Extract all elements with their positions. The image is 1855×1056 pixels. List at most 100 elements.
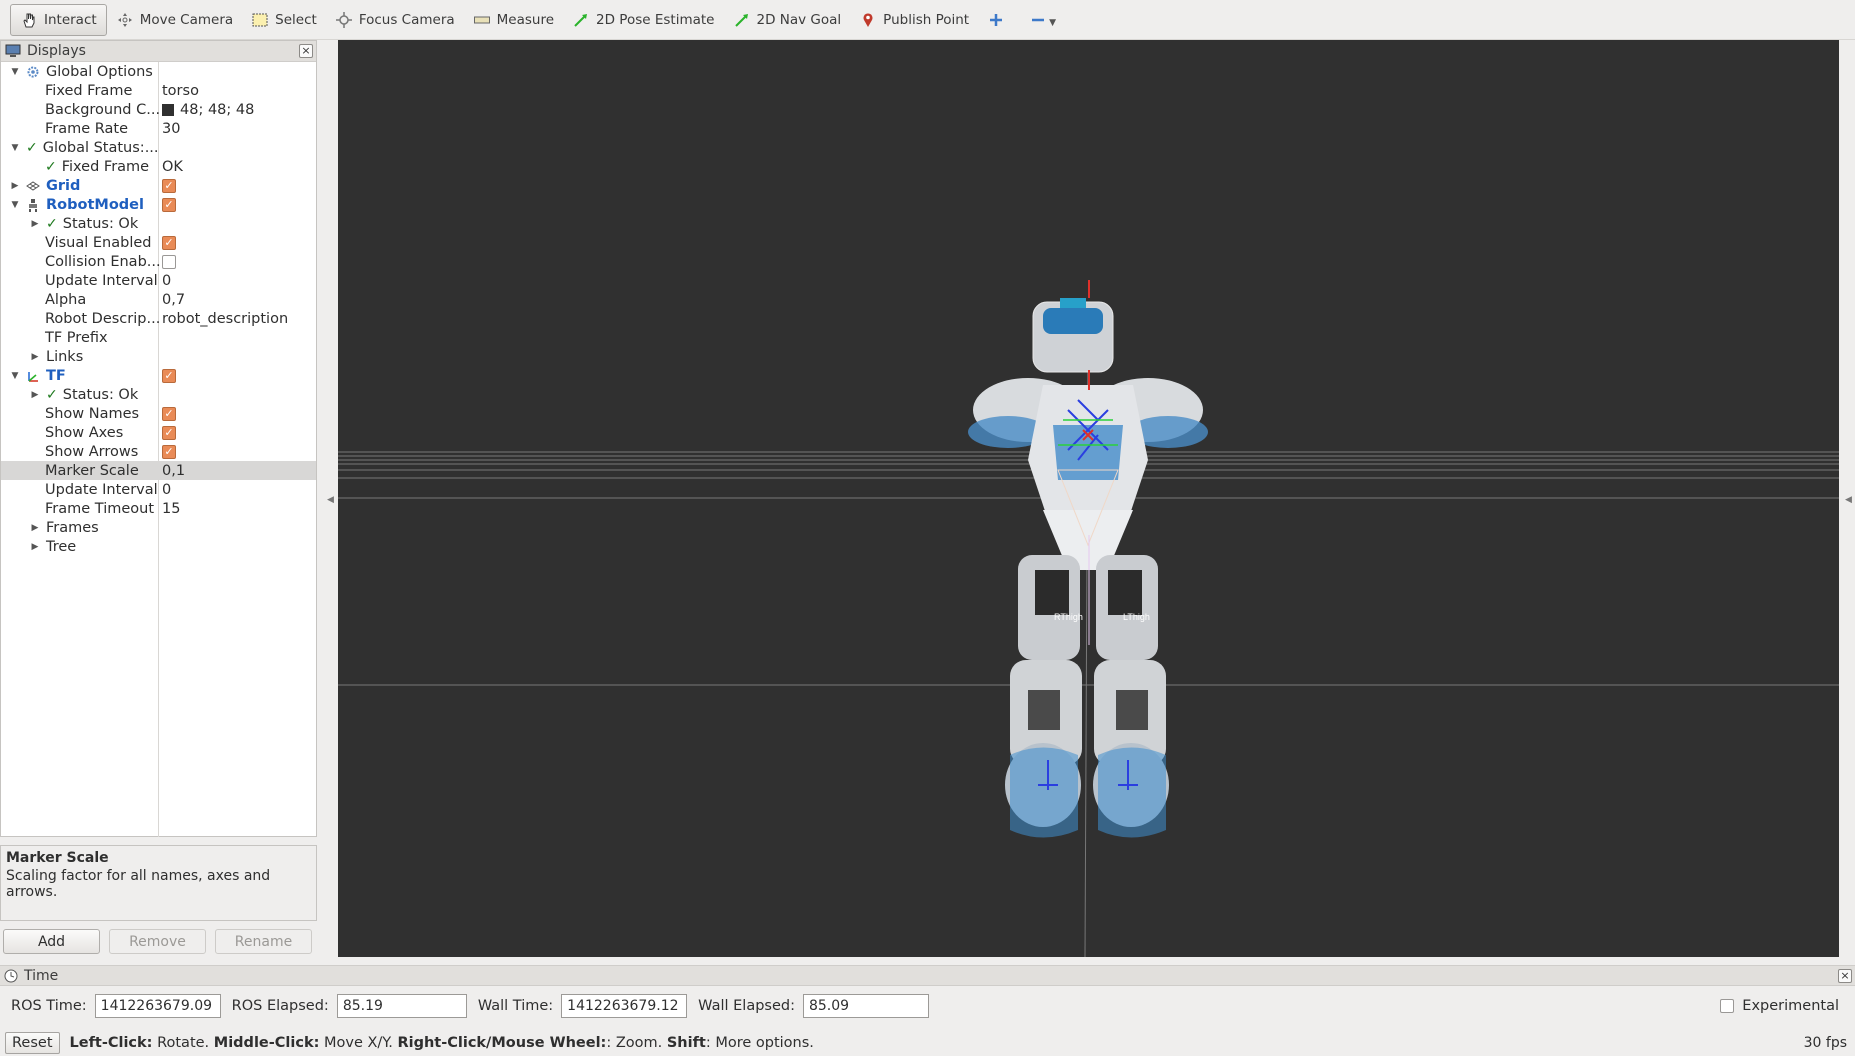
- tree-row-tree[interactable]: ▶ Tree: [1, 537, 316, 556]
- add-button[interactable]: Add: [3, 929, 100, 954]
- scene-canvas[interactable]: RThigh LThigh: [338, 40, 1839, 957]
- tree-row-show-axes[interactable]: Show Axes ✓: [1, 423, 316, 442]
- displays-panel-title: Displays: [27, 43, 86, 59]
- nav-goal-tool-button[interactable]: 2D Nav Goal: [724, 4, 851, 36]
- pose-estimate-label: 2D Pose Estimate: [596, 11, 715, 28]
- tree-row-alpha[interactable]: Alpha 0,7: [1, 290, 316, 309]
- collision-enabled-checkbox[interactable]: [162, 254, 176, 269]
- displays-panel-header: Displays ×: [1, 41, 316, 62]
- time-panel-title: Time: [24, 967, 59, 984]
- render-view-3d[interactable]: RThigh LThigh: [338, 40, 1839, 957]
- collapse-arrow-icon[interactable]: ▶: [30, 542, 40, 552]
- collapse-arrow-icon[interactable]: ▶: [30, 523, 40, 533]
- tree-row-grid[interactable]: ▶ Grid ✓: [1, 176, 316, 195]
- tree-row-marker-scale[interactable]: Marker Scale 0,1: [1, 461, 316, 480]
- tree-label: Tree: [46, 538, 77, 555]
- grid-enabled-checkbox[interactable]: ✓: [162, 178, 176, 193]
- wall-time-label: Wall Time:: [477, 998, 554, 1014]
- visual-enabled-checkbox[interactable]: ✓: [162, 235, 176, 250]
- tree-row-frame-rate[interactable]: Frame Rate 30: [1, 119, 316, 138]
- tree-row-visual-enabled[interactable]: Visual Enabled ✓: [1, 233, 316, 252]
- collapse-arrow-icon[interactable]: ▶: [30, 352, 40, 362]
- tree-row-tf-status[interactable]: ▶ ✓ Status: Ok: [1, 385, 316, 404]
- tree-row-robot-model[interactable]: ▼ RobotModel ✓: [1, 195, 316, 214]
- reset-button[interactable]: Reset: [5, 1031, 60, 1054]
- ros-elapsed-label: ROS Elapsed:: [231, 998, 329, 1014]
- show-arrows-checkbox[interactable]: ✓: [162, 444, 176, 459]
- focus-camera-tool-button[interactable]: Focus Camera: [326, 4, 464, 36]
- tree-label: Grid: [46, 177, 81, 194]
- background-color-value[interactable]: 48; 48; 48: [180, 102, 254, 118]
- tree-row-fixed-frame[interactable]: Fixed Frame torso: [1, 81, 316, 100]
- close-icon[interactable]: ×: [1838, 969, 1852, 983]
- select-tool-button[interactable]: Select: [242, 4, 326, 36]
- tree-row-frame-timeout[interactable]: Frame Timeout 15: [1, 499, 316, 518]
- tree-row-global-options[interactable]: ▼ Global Options: [1, 62, 316, 81]
- ros-elapsed-field[interactable]: [336, 994, 467, 1018]
- collapse-arrow-icon[interactable]: ▶: [30, 219, 40, 229]
- tree-row-tf-update-interval[interactable]: Update Interval 0: [1, 480, 316, 499]
- minus-icon: [1029, 11, 1047, 29]
- move-camera-tool-button[interactable]: Move Camera: [107, 4, 242, 36]
- wall-time-field[interactable]: [561, 994, 688, 1018]
- expand-arrow-icon[interactable]: ▼: [10, 67, 20, 77]
- fixed-frame-value[interactable]: torso: [162, 83, 199, 99]
- tree-row-update-interval[interactable]: Update Interval 0: [1, 271, 316, 290]
- tree-label: Status: Ok: [62, 386, 139, 403]
- pin-icon: [859, 11, 877, 29]
- ros-time-field[interactable]: [94, 994, 221, 1018]
- splitter-right-arrow-icon[interactable]: ◀: [1845, 495, 1852, 505]
- show-axes-checkbox[interactable]: ✓: [162, 425, 176, 440]
- frame-timeout-value[interactable]: 15: [162, 501, 180, 517]
- wall-elapsed-field[interactable]: [802, 994, 929, 1018]
- update-interval-value[interactable]: 0: [162, 273, 171, 289]
- remove-button[interactable]: Remove: [109, 929, 206, 954]
- remove-tool-button[interactable]: ▼: [1020, 4, 1065, 36]
- tf-update-interval-value[interactable]: 0: [162, 482, 171, 498]
- marker-scale-value[interactable]: 0,1: [162, 463, 185, 479]
- tree-row-global-status[interactable]: ▼ ✓ Global Status:...: [1, 138, 316, 157]
- tree-label: Robot Descrip...: [45, 310, 161, 327]
- publish-point-tool-button[interactable]: Publish Point: [850, 4, 978, 36]
- measure-tool-button[interactable]: Measure: [464, 4, 563, 36]
- tree-row-tf-prefix[interactable]: TF Prefix: [1, 328, 316, 347]
- frame-rate-value[interactable]: 30: [162, 121, 180, 137]
- close-icon[interactable]: ×: [299, 44, 313, 58]
- move-camera-label: Move Camera: [139, 11, 234, 28]
- tree-label: Frames: [46, 519, 99, 536]
- tree-row-show-names[interactable]: Show Names ✓: [1, 404, 316, 423]
- interact-tool-button[interactable]: Interact: [10, 3, 107, 36]
- alpha-value[interactable]: 0,7: [162, 292, 185, 308]
- rename-button[interactable]: Rename: [215, 929, 312, 954]
- tree-row-robot-description[interactable]: Robot Descrip... robot_description: [1, 309, 316, 328]
- robot-description-value[interactable]: robot_description: [162, 311, 288, 327]
- tree-row-frames[interactable]: ▶ Frames: [1, 518, 316, 537]
- tree-row-tf[interactable]: ▼ TF ✓: [1, 366, 316, 385]
- tf-enabled-checkbox[interactable]: ✓: [162, 368, 176, 383]
- tree-row-links[interactable]: ▶ Links: [1, 347, 316, 366]
- green-arrow-icon: [572, 11, 590, 29]
- collapse-arrow-icon[interactable]: ▶: [10, 181, 20, 191]
- tree-label: Fixed Frame: [61, 158, 150, 175]
- experimental-checkbox[interactable]: [1720, 999, 1735, 1013]
- hint-shift: Shift: [666, 1034, 706, 1051]
- green-arrow-icon: [733, 11, 751, 29]
- tree-row-show-arrows[interactable]: Show Arrows ✓: [1, 442, 316, 461]
- collapse-arrow-icon[interactable]: ▶: [30, 390, 40, 400]
- tree-row-background-color[interactable]: Background C... 48; 48; 48: [1, 100, 316, 119]
- pose-estimate-tool-button[interactable]: 2D Pose Estimate: [563, 4, 723, 36]
- measure-label: Measure: [496, 11, 555, 28]
- tree-label: Frame Timeout: [45, 500, 155, 517]
- add-tool-button[interactable]: [978, 4, 1020, 36]
- robot-model-enabled-checkbox[interactable]: ✓: [162, 197, 176, 212]
- tree-row-robot-status[interactable]: ▶ ✓ Status: Ok: [1, 214, 316, 233]
- expand-arrow-icon[interactable]: ▼: [10, 371, 20, 381]
- tree-row-fixed-frame-status[interactable]: ✓ Fixed Frame OK: [1, 157, 316, 176]
- splitter-left-arrow-icon[interactable]: ◀: [327, 495, 334, 505]
- dropdown-arrow-icon[interactable]: ▼: [1049, 18, 1056, 28]
- expand-arrow-icon[interactable]: ▼: [10, 143, 20, 153]
- tree-label: Alpha: [45, 291, 87, 308]
- expand-arrow-icon[interactable]: ▼: [10, 200, 20, 210]
- show-names-checkbox[interactable]: ✓: [162, 406, 176, 421]
- tree-row-collision-enabled[interactable]: Collision Enab...: [1, 252, 316, 271]
